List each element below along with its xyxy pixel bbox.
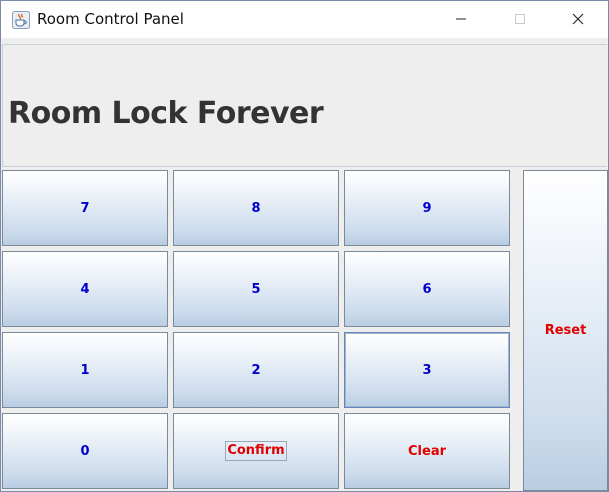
key-label: 8 xyxy=(251,200,261,216)
close-button[interactable] xyxy=(555,1,601,38)
key-7-button[interactable]: 7 xyxy=(2,170,168,246)
minimize-icon xyxy=(455,10,467,29)
key-label: 4 xyxy=(80,281,90,297)
status-panel: Room Lock Forever xyxy=(2,44,607,167)
lock-status-label: Room Lock Forever xyxy=(8,96,324,131)
app-window: Room Control Panel Room Lock Forever 7 8… xyxy=(0,0,609,492)
key-label: 7 xyxy=(80,200,90,216)
key-5-button[interactable]: 5 xyxy=(173,251,339,327)
key-9-button[interactable]: 9 xyxy=(344,170,510,246)
key-8-button[interactable]: 8 xyxy=(173,170,339,246)
title-bar[interactable]: Room Control Panel xyxy=(1,1,608,38)
java-cup-icon xyxy=(12,11,30,29)
maximize-icon xyxy=(514,10,526,29)
confirm-label: Confirm xyxy=(225,441,287,461)
clear-label: Clear xyxy=(408,443,446,459)
key-label: 0 xyxy=(80,443,90,459)
content-pane: Room Lock Forever 7 8 9 4 5 6 1 2 3 0 Co… xyxy=(1,38,608,491)
close-icon xyxy=(572,10,584,29)
key-4-button[interactable]: 4 xyxy=(2,251,168,327)
key-label: 5 xyxy=(251,281,261,297)
key-label: 3 xyxy=(422,362,432,378)
reset-button[interactable]: Reset xyxy=(523,170,608,491)
key-6-button[interactable]: 6 xyxy=(344,251,510,327)
key-3-button[interactable]: 3 xyxy=(344,332,510,408)
key-label: 9 xyxy=(422,200,432,216)
clear-button[interactable]: Clear xyxy=(344,413,510,489)
key-label: 6 xyxy=(422,281,432,297)
confirm-button[interactable]: Confirm xyxy=(173,413,339,489)
key-1-button[interactable]: 1 xyxy=(2,332,168,408)
window-title: Room Control Panel xyxy=(37,10,184,28)
maximize-button[interactable] xyxy=(497,1,543,38)
reset-label: Reset xyxy=(544,323,587,338)
key-label: 1 xyxy=(80,362,90,378)
minimize-button[interactable] xyxy=(438,1,484,38)
key-0-button[interactable]: 0 xyxy=(2,413,168,489)
key-2-button[interactable]: 2 xyxy=(173,332,339,408)
key-label: 2 xyxy=(251,362,261,378)
